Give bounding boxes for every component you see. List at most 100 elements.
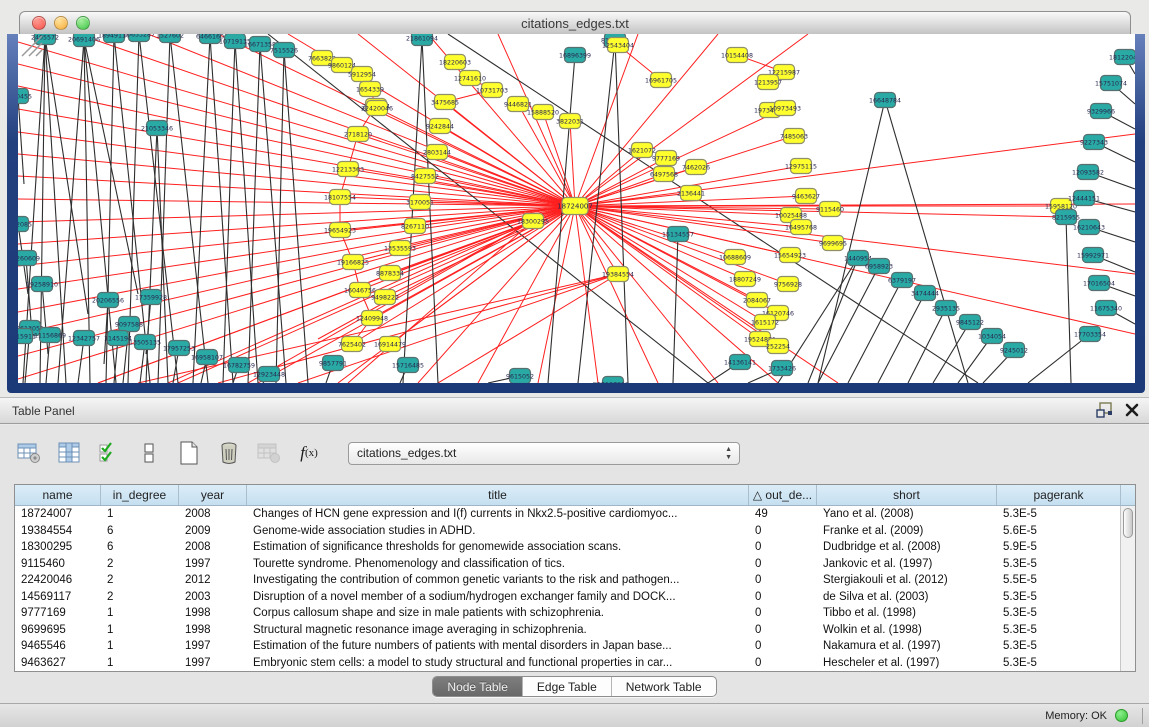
table-cell: Tourette syndrome. Phenomenology and cla… [247,556,749,573]
column-header-title[interactable]: title [247,485,749,505]
graph-node-label: 6379197 [888,277,916,284]
create-table-icon[interactable] [174,439,204,467]
scrollbar-thumb[interactable] [1123,508,1133,538]
graph-edge[interactable] [193,36,210,383]
column-header-out_de[interactable]: △ out_de... [749,485,817,505]
delete-table-icon[interactable] [214,439,244,467]
graph-node-label: 16648784 [869,97,901,104]
graph-node-label: 12741610 [454,75,486,82]
graph-edge[interactable] [415,206,575,226]
memory-status-label: Memory: OK [1045,710,1107,722]
network-view-frame: 1872400724055722069140618949116106532871… [7,34,1145,393]
table-cell: 18300295 [15,539,101,556]
graph-edge[interactable] [358,134,575,206]
graph-edge[interactable] [42,284,48,354]
import-table-icon[interactable] [254,439,284,467]
graph-node-label: 8267110 [401,223,429,230]
close-window-button[interactable] [32,16,46,30]
table-cell: 2003 [179,589,247,606]
table-cell: 5.3E-5 [997,556,1120,573]
graph-edge[interactable] [878,293,925,383]
graph-edge[interactable] [1066,217,1071,383]
minimize-window-button[interactable] [54,16,68,30]
table-row[interactable]: 1872400712008Changes of HCN gene express… [15,506,1120,523]
float-panel-icon[interactable] [1096,402,1113,418]
table-row[interactable]: 1830029562008Estimation of significance … [15,539,1120,556]
table-row[interactable]: 1938455462009Genome-wide association stu… [15,523,1120,540]
select-columns-icon[interactable] [94,439,124,467]
network-window-titlebar[interactable]: citations_edges.txt [19,11,1131,34]
graph-node-label: 11156869 [34,332,66,339]
network-canvas[interactable]: 1872400724055722069140618949116106532871… [18,34,1135,383]
graph-edge[interactable] [284,50,308,383]
table-row[interactable]: 977716911998Corpus callosum shape and si… [15,605,1120,622]
canvas-resize-grip[interactable] [18,34,44,58]
table-mode-icon[interactable] [14,439,44,467]
citation-network-graph[interactable]: 1872400724055722069140618949116106532871… [18,34,1135,383]
zoom-window-button[interactable] [76,16,90,30]
graph-node-label: 8427552 [411,173,439,180]
table-cell: 19384554 [15,523,101,540]
table-cell: Hescheler et al. (1997) [817,655,997,672]
column-header-pagerank[interactable]: pagerank [997,485,1121,505]
graph-edge[interactable] [885,100,968,383]
graph-node-label: 10688609 [719,254,751,261]
table-row[interactable]: 1456911722003Disruption of a novel membe… [15,589,1120,606]
graph-node-label: 20206556 [92,297,124,304]
graph-node-label: 1145194 [104,335,132,342]
graph-edge[interactable] [158,35,170,383]
graph-node-label: 18807249 [729,276,761,283]
graph-node-label: 10154408 [721,52,753,59]
graph-edge[interactable] [418,206,575,383]
row-height-icon[interactable] [134,439,164,467]
graph-edge[interactable] [260,44,286,383]
table-cell: 18724007 [15,506,101,523]
table-panel-header[interactable]: Table Panel [0,397,1149,424]
memory-status-indicator[interactable] [1115,709,1128,722]
column-header-year[interactable]: year [179,485,247,505]
graph-node-label: 9329966 [1087,108,1115,115]
graph-edge[interactable] [223,41,235,383]
table-cell: Yano et al. (2008) [817,506,997,523]
graph-node-label: 15134557 [662,231,694,238]
graph-edge[interactable] [1028,334,1090,383]
graph-edge[interactable] [218,34,575,206]
tab-node-table[interactable]: Node Table [433,677,523,696]
table-row[interactable]: 969969511998Structural magnetic resonanc… [15,622,1120,639]
table-cell: Embryonic stem cells: a model to study s… [247,655,749,672]
show-columns-icon[interactable] [54,439,84,467]
column-header-short[interactable]: short [817,485,997,505]
graph-edge[interactable] [575,206,745,279]
graph-edge[interactable] [448,34,978,383]
table-panel-title: Table Panel [12,404,75,418]
tab-edge-table[interactable]: Edge Table [523,677,612,696]
table-type-tabbar: Node TableEdge TableNetwork Table [0,676,1149,697]
graph-edge[interactable] [848,280,902,383]
table-cell: 1 [101,638,179,655]
table-row[interactable]: 946362711997Embryonic stem cells: a mode… [15,655,1120,672]
graph-edge[interactable] [377,108,575,206]
graph-edge[interactable] [318,221,533,339]
tab-network-table[interactable]: Network Table [612,677,716,696]
column-header-in_degree[interactable]: in_degree [101,485,179,505]
table-row[interactable]: 946554611997Estimation of the future num… [15,638,1120,655]
table-row[interactable]: 2242004622012Investigating the contribut… [15,572,1120,589]
table-cell: 0 [749,572,817,589]
graph-node-label: 9242844 [426,123,454,130]
graph-edge[interactable] [170,35,208,383]
function-builder-icon[interactable]: f(x) [294,439,324,467]
table-cell: 2 [101,572,179,589]
graph-node-label: 5912954 [348,71,376,78]
graph-edge[interactable] [18,132,575,206]
attribute-table: namein_degreeyeartitle△ out_de...shortpa… [14,484,1136,672]
close-panel-icon[interactable] [1125,403,1139,417]
graph-node-label: 1654339 [356,86,384,93]
graph-edge[interactable] [673,234,678,383]
table-vertical-scrollbar[interactable] [1120,506,1135,671]
graph-node-label: 18724007 [557,202,593,210]
graph-node-label: 15716485 [392,362,424,369]
graph-edge[interactable] [18,86,575,206]
column-header-name[interactable]: name [15,485,101,505]
table-row[interactable]: 911546021997Tourette syndrome. Phenomeno… [15,556,1120,573]
table-select-dropdown[interactable]: citations_edges.txt ▲▼ [348,442,740,465]
